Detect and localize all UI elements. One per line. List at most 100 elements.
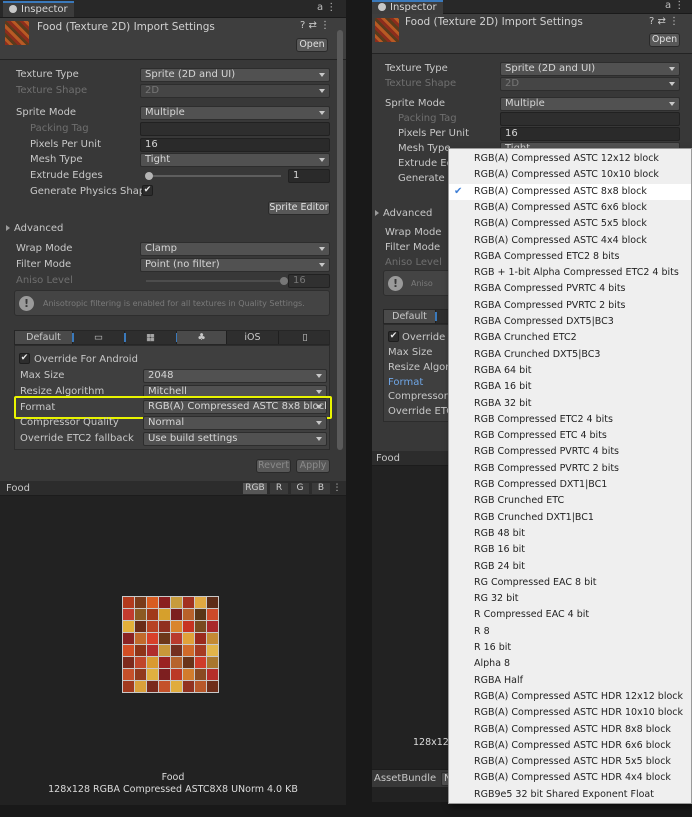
format-menu-item[interactable]: RGB 24 bit	[449, 559, 691, 575]
format-menu-item[interactable]: RGB(A) Compressed ASTC 6x6 block	[449, 200, 691, 216]
mesh-type-dropdown[interactable]: Tight	[140, 153, 330, 167]
format-menu-item[interactable]: RGB(A) Compressed ASTC HDR 5x5 block	[449, 754, 691, 770]
format-menu-item[interactable]: RGB + 1-bit Alpha Compressed ETC2 4 bits	[449, 265, 691, 281]
format-menu-item[interactable]: RG Compressed EAC 8 bit	[449, 575, 691, 591]
format-menu-item[interactable]: RGB Compressed PVRTC 4 bits	[449, 444, 691, 460]
format-menu-item-label: RGBA 32 bit	[474, 397, 532, 409]
format-menu-item-label: RGB Compressed ETC 4 bits	[474, 430, 607, 442]
chevron-down-icon	[319, 111, 325, 115]
format-menu-item[interactable]: RGB Compressed PVRTC 2 bits	[449, 461, 691, 477]
format-menu-item-label: R Compressed EAC 4 bit	[474, 609, 590, 621]
revert-button[interactable]: Revert	[256, 459, 291, 473]
format-menu-item[interactable]: RG 32 bit	[449, 591, 691, 607]
tab-ios[interactable]: iOS	[227, 331, 279, 344]
channel-g-button[interactable]: G	[291, 483, 309, 494]
format-menu-item[interactable]: RGB(A) Compressed ASTC 5x5 block	[449, 216, 691, 232]
format-menu-item[interactable]: RGBA 16 bit	[449, 379, 691, 395]
format-menu-item[interactable]: RGB 48 bit	[449, 526, 691, 542]
format-menu-item[interactable]: RGBA 64 bit	[449, 363, 691, 379]
filter-mode-dropdown[interactable]: Point (no filter)	[140, 258, 330, 272]
open-button[interactable]: Open	[296, 38, 328, 52]
format-menu-item-label: RGB(A) Compressed ASTC HDR 8x8 block	[474, 723, 671, 735]
extrude-edges-field[interactable]: 1	[288, 169, 330, 183]
max-size-dropdown[interactable]: 2048	[143, 369, 327, 383]
texture-type-dropdown[interactable]: Sprite (2D and UI)	[140, 68, 330, 82]
format-menu-item[interactable]: RGBA Crunched DXT5|BC3	[449, 347, 691, 363]
packing-tag-field[interactable]	[140, 122, 330, 136]
format-menu-item[interactable]: RGB(A) Compressed ASTC 12x12 block	[449, 151, 691, 167]
format-menu-item[interactable]: RGBA Crunched ETC2	[449, 330, 691, 346]
format-menu-item[interactable]: RGB Compressed ETC2 4 bits	[449, 412, 691, 428]
channel-b-button[interactable]: B	[312, 483, 330, 494]
wrap-mode-dropdown[interactable]: Clamp	[140, 242, 330, 256]
format-menu-item[interactable]: RGB Crunched ETC	[449, 493, 691, 509]
preview-menu-icon[interactable]: ⋮	[332, 483, 342, 494]
format-menu-item[interactable]: RGB 16 bit	[449, 542, 691, 558]
tab-webgl[interactable]: ▦	[125, 331, 178, 344]
pixels-per-unit-field[interactable]: 16	[500, 127, 680, 141]
format-menu-item[interactable]: RGB Compressed ETC 4 bits	[449, 428, 691, 444]
format-menu-item[interactable]: RGBA Compressed PVRTC 4 bits	[449, 281, 691, 297]
tab-android[interactable]: ♣	[177, 331, 227, 344]
format-menu-item[interactable]: RGB(A) Compressed ASTC HDR 4x4 block	[449, 770, 691, 786]
format-menu-item[interactable]: R 16 bit	[449, 640, 691, 656]
format-menu-item[interactable]: RGB(A) Compressed ASTC HDR 12x12 block	[449, 689, 691, 705]
format-menu-item[interactable]: ✔ RGB(A) Compressed ASTC 8x8 block	[449, 183, 691, 200]
format-menu-item[interactable]: RGBA Compressed PVRTC 2 bits	[449, 298, 691, 314]
open-button[interactable]: Open	[649, 33, 680, 47]
apply-button[interactable]: Apply	[296, 459, 330, 473]
format-menu-item-label: RGB 16 bit	[474, 544, 526, 556]
texture-type-dropdown[interactable]: Sprite (2D and UI)	[500, 62, 680, 76]
format-menu-item[interactable]: RGB(A) Compressed ASTC HDR 10x10 block	[449, 705, 691, 721]
format-menu-item[interactable]: R Compressed EAC 4 bit	[449, 607, 691, 623]
format-menu-item-label: RGB Crunched DXT1|BC1	[474, 511, 594, 523]
extrude-edges-slider-knob[interactable]	[145, 172, 153, 180]
format-menu-item[interactable]: RGB(A) Compressed ASTC 10x10 block	[449, 167, 691, 183]
format-menu-item[interactable]: RGBA 32 bit	[449, 396, 691, 412]
format-menu-item-label: RGBA Compressed ETC2 8 bits	[474, 250, 620, 262]
sprite-mode-label: Sprite Mode	[385, 98, 446, 109]
override-checkbox[interactable]: ✔	[388, 331, 399, 342]
sprite-mode-dropdown[interactable]: Multiple	[500, 97, 680, 111]
info-icon	[378, 3, 386, 11]
format-menu-item[interactable]: R 8	[449, 624, 691, 640]
advanced-foldout[interactable]: Advanced	[375, 208, 432, 219]
tab-other[interactable]: ▯	[279, 331, 331, 344]
sprite-mode-dropdown[interactable]: Multiple	[140, 106, 330, 120]
format-menu-item[interactable]: RGBA Half	[449, 673, 691, 689]
sprite-editor-button[interactable]: Sprite Editor	[268, 201, 330, 215]
channel-r-button[interactable]: R	[270, 483, 288, 494]
format-menu-item[interactable]: RGB(A) Compressed ASTC HDR 8x8 block	[449, 722, 691, 738]
format-menu-item[interactable]: RGB Compressed DXT1|BC1	[449, 477, 691, 493]
chevron-down-icon	[319, 73, 325, 77]
format-menu-item[interactable]: RGB(A) Compressed ASTC HDR 6x6 block	[449, 738, 691, 754]
format-menu-item-label: RGBA Half	[474, 674, 523, 686]
header-icons[interactable]: ? ⇄ ⋮	[649, 16, 679, 27]
format-menu-item[interactable]: RGBA Compressed ETC2 8 bits	[449, 249, 691, 265]
format-menu-item[interactable]: RGB9e5 32 bit Shared Exponent Float	[449, 787, 691, 803]
tab-default[interactable]: Default	[384, 310, 437, 323]
extrude-edges-slider[interactable]	[146, 175, 281, 177]
format-menu-item[interactable]: Alpha 8	[449, 656, 691, 672]
generate-physics-checkbox[interactable]: ✔	[142, 185, 153, 196]
tab-default[interactable]: Default	[15, 331, 74, 344]
format-menu-item[interactable]: RGBA Compressed DXT5|BC3	[449, 314, 691, 330]
right-inspector-tab[interactable]: Inspector	[372, 0, 443, 14]
format-menu-item-label: RGB(A) Compressed ASTC HDR 12x12 block	[474, 690, 684, 702]
advanced-foldout[interactable]: Advanced	[6, 223, 63, 234]
compressor-quality-dropdown[interactable]: Normal	[143, 416, 327, 430]
format-menu-item[interactable]: RGB Crunched DXT1|BC1	[449, 510, 691, 526]
right-window-menu-icons[interactable]: a ⋮	[665, 0, 684, 11]
packing-tag-field[interactable]	[500, 112, 680, 126]
pixels-per-unit-label: Pixels Per Unit	[398, 128, 469, 139]
tab-standalone[interactable]: ▭	[73, 331, 126, 344]
format-menu-item[interactable]: RGB(A) Compressed ASTC 4x4 block	[449, 233, 691, 249]
pixels-per-unit-field[interactable]: 16	[140, 138, 330, 152]
inspector-scrollbar[interactable]	[337, 30, 343, 450]
left-window-menu-icons[interactable]: a ⋮	[317, 2, 336, 13]
override-android-checkbox[interactable]: ✔	[19, 353, 30, 364]
channel-rgb-button[interactable]: RGB	[243, 483, 267, 494]
header-icons[interactable]: ? ⇄ ⋮	[300, 20, 330, 31]
override-etc2-dropdown[interactable]: Use build settings	[143, 432, 327, 446]
left-inspector-tab[interactable]: Inspector	[3, 1, 74, 17]
